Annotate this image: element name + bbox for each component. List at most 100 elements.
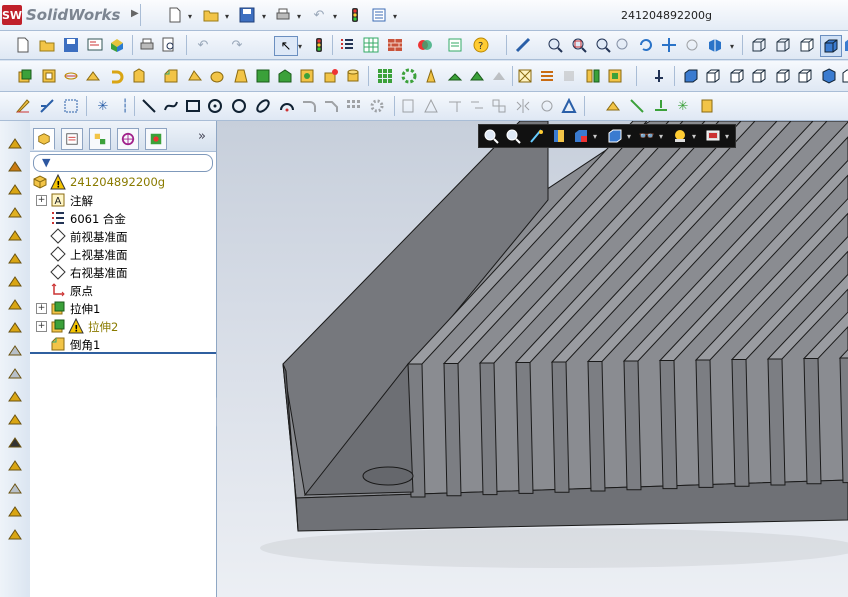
fin-front-face[interactable]: [587, 361, 606, 492]
instant3d-icon[interactable]: [560, 67, 578, 85]
fin-front-face[interactable]: [551, 361, 570, 493]
tree-item[interactable]: 上视基准面: [30, 245, 216, 263]
loft-icon[interactable]: [6, 181, 24, 199]
tree-item[interactable]: + 拉伸1: [30, 299, 216, 317]
loft-icon[interactable]: [108, 67, 126, 85]
fin-front-face[interactable]: [803, 358, 822, 485]
appearance-icon[interactable]: [416, 36, 434, 54]
save-toolbar-icon[interactable]: [62, 36, 80, 54]
pan-icon[interactable]: [660, 36, 678, 54]
tree-item[interactable]: 原点: [30, 281, 216, 299]
trim-entities-icon[interactable]: [446, 97, 464, 115]
reference-geometry-icon[interactable]: [516, 67, 534, 85]
intersect-icon[interactable]: [322, 67, 340, 85]
fin-front-face[interactable]: [767, 358, 786, 486]
fin-front-face[interactable]: [443, 363, 462, 497]
hud-display-style-icon[interactable]: [606, 127, 624, 145]
hole-wizard-icon[interactable]: [254, 67, 272, 85]
select-dropdown-icon[interactable]: ▾: [298, 42, 302, 51]
centerline-icon[interactable]: ┆: [116, 97, 134, 115]
save-icon[interactable]: [238, 6, 256, 24]
hud-edit-appearance-icon[interactable]: [671, 127, 689, 145]
split-icon[interactable]: [6, 319, 24, 337]
revolve-icon[interactable]: [6, 158, 24, 176]
move-entities-icon[interactable]: [490, 97, 508, 115]
move-triad-icon[interactable]: [650, 67, 668, 85]
open-folder-icon[interactable]: [202, 6, 220, 24]
hidden-lines-removed-icon[interactable]: [798, 36, 816, 54]
wrap-icon[interactable]: [298, 67, 316, 85]
extruded-boss-icon[interactable]: [16, 67, 34, 85]
combine-icon[interactable]: [6, 434, 24, 452]
rectangle-icon[interactable]: [184, 97, 202, 115]
tab-display-manager[interactable]: [145, 128, 167, 150]
shaded-with-edges-icon[interactable]: [820, 35, 842, 57]
view-front-icon[interactable]: [682, 67, 700, 85]
view-right-icon[interactable]: [750, 67, 768, 85]
more-tabs-icon[interactable]: »: [198, 129, 206, 144]
graphics-area[interactable]: [217, 121, 848, 597]
extruded-boss-icon[interactable]: [6, 135, 24, 153]
options-icon[interactable]: [370, 6, 388, 24]
make-drawing-icon[interactable]: [86, 36, 104, 54]
app-logo[interactable]: SW SolidWorks: [2, 3, 130, 27]
view-normal-to-icon[interactable]: [840, 67, 848, 85]
menu-expand-arrow-icon[interactable]: ▶: [131, 8, 139, 19]
open-dropdown-icon[interactable]: ▾: [225, 12, 229, 21]
zoom-selection-icon[interactable]: [614, 36, 632, 54]
dome-icon[interactable]: [6, 273, 24, 291]
fin-front-face[interactable]: [659, 360, 678, 490]
sketch-midpoint-icon[interactable]: [652, 97, 670, 115]
measure-icon[interactable]: [514, 36, 532, 54]
circular-sketch-pattern-icon[interactable]: [368, 97, 386, 115]
tree-item[interactable]: +! 拉伸2: [30, 317, 216, 335]
hud-hide-show-items-icon[interactable]: 👓: [638, 127, 656, 145]
wireframe-icon[interactable]: [750, 36, 768, 54]
shell-icon[interactable]: [208, 67, 226, 85]
move-face-icon[interactable]: [606, 67, 624, 85]
fin-front-face[interactable]: [695, 359, 714, 488]
point-icon[interactable]: ✳: [94, 97, 112, 115]
tab-dimxpert-manager[interactable]: [117, 128, 139, 150]
view-left-icon[interactable]: [728, 67, 746, 85]
tree-item[interactable]: + A 注解: [30, 191, 216, 209]
draft-icon[interactable]: [232, 67, 250, 85]
fin-front-face[interactable]: [479, 362, 498, 496]
select-tool-icon[interactable]: ↖: [274, 36, 298, 56]
fin-front-face[interactable]: [623, 360, 642, 491]
help-icon[interactable]: ?: [472, 36, 490, 54]
tree-item[interactable]: 前视基准面: [30, 227, 216, 245]
draft-icon[interactable]: [6, 365, 24, 383]
dome-icon[interactable]: [276, 67, 294, 85]
view-orientation-icon[interactable]: [706, 36, 724, 54]
surface-icon[interactable]: [6, 480, 24, 498]
view-isometric-icon[interactable]: [820, 67, 838, 85]
polygon-icon[interactable]: [206, 97, 224, 115]
offset-entities-icon[interactable]: [400, 97, 418, 115]
zoom-to-fit-icon[interactable]: [546, 36, 564, 54]
sketch-3d-icon[interactable]: [62, 97, 80, 115]
sketch-point-snap-icon[interactable]: ✳: [674, 97, 692, 115]
convert-entities-icon[interactable]: [422, 97, 440, 115]
print-dropdown-icon[interactable]: ▾: [297, 12, 301, 21]
shell-icon[interactable]: [6, 250, 24, 268]
hud-orientation-dropdown-icon[interactable]: ▾: [593, 132, 597, 141]
undo-dropdown-icon[interactable]: ▾: [333, 12, 337, 21]
grid-table-icon[interactable]: [362, 36, 380, 54]
rebuild-traffic-light-icon[interactable]: [346, 6, 364, 24]
print-icon[interactable]: [274, 6, 292, 24]
undo-icon[interactable]: ↶: [310, 6, 328, 24]
hud-view-orientation-icon[interactable]: [572, 127, 590, 145]
ellipse-icon[interactable]: [254, 97, 272, 115]
sketch-grid-icon[interactable]: [698, 97, 716, 115]
feature-icon[interactable]: [6, 388, 24, 406]
rib-icon[interactable]: [6, 296, 24, 314]
tree-item[interactable]: 右视基准面: [30, 263, 216, 281]
hud-hide-show-dropdown-icon[interactable]: ▾: [659, 132, 663, 141]
shaded-icon[interactable]: [842, 36, 848, 54]
redo-toolbar-icon[interactable]: ↷: [228, 36, 246, 54]
curves-icon[interactable]: [538, 67, 556, 85]
smart-dimension-icon[interactable]: [38, 97, 56, 115]
fin-front-face[interactable]: [515, 362, 534, 494]
extend-entities-icon[interactable]: [468, 97, 486, 115]
